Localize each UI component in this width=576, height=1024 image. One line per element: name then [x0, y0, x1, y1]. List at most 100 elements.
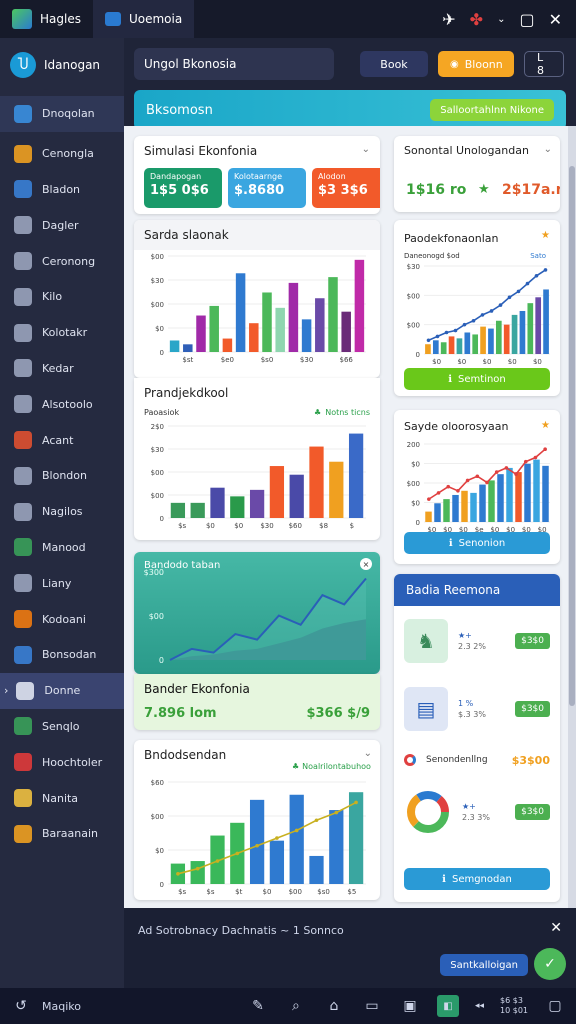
list-item[interactable]: ▤ 1 % $.3 3% $3$0	[404, 686, 550, 732]
start-icon[interactable]: ↺	[10, 995, 32, 1017]
y-tick-label: $0	[411, 500, 420, 508]
notification-icon[interactable]: ▢	[544, 995, 566, 1017]
chat-icon[interactable]: ▭	[361, 995, 383, 1017]
list-item[interactable]: ★+ 2.3 3% $3$0	[404, 786, 550, 838]
sidebar-item[interactable]: Alsotoolo	[0, 386, 124, 422]
start-label[interactable]: Maqiko	[42, 1000, 81, 1013]
sidebar-item[interactable]: Dnoqolan	[0, 96, 124, 132]
chart-bar	[315, 298, 325, 352]
extra-button[interactable]: L 8	[524, 51, 564, 77]
sidebar-header[interactable]: Ⴎ Idanogan	[0, 38, 124, 92]
app-tab-hagles[interactable]: Hagles	[0, 0, 93, 38]
sidebar-item[interactable]: Kolotakr	[0, 315, 124, 351]
sidebar-item[interactable]: Kilo	[0, 279, 124, 315]
check-fab-icon[interactable]: ✓	[534, 948, 566, 980]
clock-date: 10 $01	[500, 1006, 528, 1015]
chevron-down-icon[interactable]: ⌄	[544, 144, 552, 155]
sidebar-item[interactable]: Ceronong	[0, 243, 124, 279]
wing-icon[interactable]: ✈	[442, 10, 455, 29]
chart-bar	[309, 855, 324, 884]
list-item[interactable]: Senondenllng $3$00	[404, 750, 550, 770]
chart-bar	[354, 259, 365, 352]
sidebar-item[interactable]: Bladon	[0, 172, 124, 208]
sidebar-item[interactable]: Nanita	[0, 780, 124, 816]
chart-bar	[425, 511, 432, 522]
circle-icon	[14, 610, 32, 629]
sidebar-item[interactable]: Senqlo	[0, 709, 124, 745]
sidebar-item[interactable]: Manood	[0, 530, 124, 566]
chart-bar	[328, 277, 338, 352]
chart-bar	[503, 324, 510, 354]
close-icon[interactable]: ✕	[549, 10, 562, 29]
scrollbar-thumb[interactable]	[569, 166, 575, 706]
search-icon[interactable]: ⌕	[285, 995, 307, 1017]
maximize-icon[interactable]: ▢	[519, 10, 534, 29]
trend-point	[195, 866, 200, 871]
close-icon[interactable]: ✕	[550, 920, 562, 936]
sidebar-item[interactable]: Blondon	[0, 458, 124, 494]
sidebar-item[interactable]: Kodoani	[0, 601, 124, 637]
chevron-down-icon[interactable]: ⌄	[497, 14, 505, 25]
calendar-icon	[14, 753, 32, 772]
sidebar-item-label: Blondon	[42, 469, 87, 483]
box-icon	[14, 574, 32, 593]
window-icon	[104, 12, 121, 26]
link-icon	[14, 287, 32, 306]
sidebar-item[interactable]: Liany	[0, 565, 124, 601]
trend-point	[523, 459, 528, 464]
bloonn-button[interactable]: ◉ Bloonn	[438, 51, 514, 77]
app-icon[interactable]: ◧	[436, 995, 459, 1017]
sidebar-item-label: Kedar	[42, 361, 74, 375]
senonion-button[interactable]: ℹ Senonion	[404, 532, 550, 554]
list-item[interactable]: ♞ ★+ 2.3 2% $3$0	[404, 618, 550, 664]
sidebar-item[interactable]: Dagler	[0, 207, 124, 243]
sidebar-item[interactable]: Kedar	[0, 351, 124, 387]
y-tick-label: $0	[155, 325, 164, 333]
app-logo-icon	[12, 9, 32, 29]
chart-bar	[506, 467, 513, 522]
home-icon[interactable]: ⌂	[323, 995, 345, 1017]
chart-bar	[196, 315, 206, 352]
extensions-icon[interactable]: ✤	[470, 10, 483, 29]
semgnodan-button[interactable]: ℹ Semgnodan	[404, 868, 550, 890]
pen-icon[interactable]: ✎	[247, 995, 269, 1017]
window-icon[interactable]: ▣	[399, 995, 421, 1017]
app-tab-uoemoia[interactable]: Uoemoia	[92, 0, 195, 38]
sidebar-item[interactable]: Nagilos	[0, 494, 124, 530]
scrollbar[interactable]	[568, 126, 576, 908]
item-label: Senondenllng	[426, 755, 488, 765]
chart-bar	[288, 282, 299, 352]
x-tick-label: $st	[182, 356, 193, 364]
kpi-tile[interactable]: Dandapogan 1$5 0$6	[144, 168, 222, 208]
kpi-tile[interactable]: Kolotaarnge $.8680	[228, 168, 306, 208]
y-tick-label: $00	[151, 301, 164, 309]
semtinon-button[interactable]: ℹ Semtinon	[404, 368, 550, 390]
sidebar-item[interactable]: Acant	[0, 422, 124, 458]
search-input[interactable]: Ungol Bkonosia	[134, 48, 334, 80]
y-tick-label: $00	[149, 612, 164, 621]
sidebar-item[interactable]: Bonsodan	[0, 637, 124, 673]
trend-point	[494, 470, 499, 474]
sidebar-item[interactable]: Baraanain	[0, 816, 124, 852]
kpi-value: $.8680	[234, 183, 285, 198]
chevron-down-icon[interactable]: ⌄	[364, 748, 372, 759]
chart-bar	[440, 342, 447, 354]
book-button[interactable]: Book	[360, 51, 428, 77]
y-tick-label: $0	[411, 461, 420, 469]
chart-bar	[456, 338, 463, 354]
globe-icon	[14, 104, 32, 123]
x-tick-label: $	[350, 522, 354, 530]
prandj-chart-card: Prandjekdkool Paoasiok ♣ Notns ticns 0 $0…	[134, 378, 380, 540]
sidebar-item[interactable]: Cenongla	[0, 136, 124, 172]
status-button[interactable]: Santkalloigan	[440, 954, 528, 976]
y-tick-label: 0	[416, 519, 420, 527]
sidebar-item[interactable]: › Donne	[0, 672, 124, 709]
trend-point	[543, 268, 548, 272]
banner-button[interactable]: Salloortahlnn Nikone	[430, 99, 554, 121]
kpi-tile[interactable]: Alodon $3 3$6	[312, 168, 380, 208]
chart-bar	[461, 490, 468, 522]
item-meta: ★+ 2.3 2%	[458, 631, 486, 651]
sidebar-item-label: Bonsodan	[42, 648, 97, 662]
chevron-down-icon[interactable]: ⌄	[362, 144, 370, 155]
sidebar-item[interactable]: Hoochtoler	[0, 744, 124, 780]
